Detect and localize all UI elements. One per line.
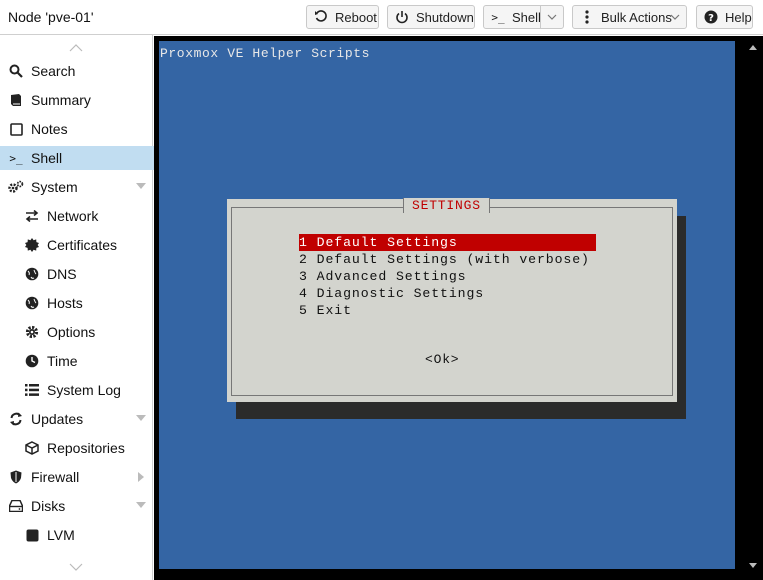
scroll-up-icon[interactable] [69,44,83,52]
scroll-down-icon[interactable] [69,563,83,571]
shell-label: Shell [512,9,541,25]
power-icon [394,9,410,25]
globe-icon [24,266,40,282]
chevron-down-icon [547,14,557,20]
sidebar-item-system[interactable]: System [0,175,160,199]
caret-right-icon[interactable] [138,472,144,482]
package-icon [24,440,40,456]
certificate-icon [24,237,40,253]
refresh-icon [8,411,24,427]
bulk-actions-label: Bulk Actions [601,9,672,25]
sidebar-item-label: Disks [31,498,66,514]
chevron-down-icon [670,14,680,20]
sidebar-item-label: Network [47,208,99,224]
shutdown-button[interactable]: Shutdown [387,5,475,29]
sidebar-item-label: Summary [31,92,91,108]
menu-item-diagnostic-settings[interactable]: 4 Diagnostic Settings [299,285,596,302]
hdd-icon [8,498,24,514]
square-icon [24,527,40,543]
node-toolbar: Node 'pve-01' Reboot Shutdown >_ Shell B… [0,0,763,35]
menu-item-exit[interactable]: 5 Exit [299,302,596,319]
sidebar-item-label: Updates [31,411,84,427]
sidebar-item-system-log[interactable]: System Log [0,378,176,402]
help-button[interactable]: ? Help [696,5,753,29]
clock-icon [24,353,40,369]
node-nav-sidebar: Search Summary Notes >_ Shell System Net… [0,35,160,580]
shield-icon [8,469,24,485]
list-icon [24,382,40,398]
sidebar-item-time[interactable]: Time [0,349,176,373]
terminal-icon: >_ [491,10,505,24]
sidebar-item-label: Search [31,63,76,79]
shell-button[interactable]: >_ Shell [483,5,564,29]
menu-item-default-settings[interactable]: 1 Default Settings [299,234,596,251]
sidebar-item-label: Time [47,353,78,369]
settings-dialog: SETTINGS 1 Default Settings 2 Default Se… [227,198,677,402]
sidebar-item-label: System Log [47,382,121,398]
shell-menu-toggle[interactable] [540,6,563,28]
sidebar-item-notes[interactable]: Notes [0,117,160,141]
sidebar-item-certificates[interactable]: Certificates [0,233,176,257]
sidebar-item-label: Shell [31,150,63,166]
search-icon [8,63,24,79]
terminal-panel[interactable]: Proxmox VE Helper Scripts SETTINGS 1 Def… [154,36,763,580]
caret-down-icon[interactable] [136,415,146,421]
sidebar-item-label: Notes [31,121,68,137]
sidebar-item-label: LVM [47,527,75,543]
gears-icon [8,179,24,195]
sidebar-item-search[interactable]: Search [0,59,160,83]
sidebar-item-label: Hosts [47,295,83,311]
sidebar-item-label: Options [47,324,96,340]
exchange-icon [24,208,40,224]
page-title: Node 'pve-01' [8,9,94,25]
terminal-title: Proxmox VE Helper Scripts [160,46,371,61]
bulk-actions-button[interactable]: Bulk Actions [572,5,687,29]
terminal-icon: >_ [9,151,23,165]
sidebar-item-firewall[interactable]: Firewall [0,465,160,489]
reboot-label: Reboot [335,9,377,25]
sidebar-item-label: Repositories [47,440,125,456]
sidebar-item-label: System [31,179,78,195]
ellipsis-vertical-icon [579,9,595,25]
sidebar-item-network[interactable]: Network [0,204,176,228]
sidebar-item-summary[interactable]: Summary [0,88,160,112]
sidebar-item-options[interactable]: Options [0,320,176,344]
book-icon [8,92,24,108]
menu-item-advanced-settings[interactable]: 3 Advanced Settings [299,268,596,285]
sidebar-item-hosts[interactable]: Hosts [0,291,176,315]
bulk-actions-menu-toggle[interactable] [664,6,686,28]
reboot-button[interactable]: Reboot [306,5,379,29]
help-icon: ? [703,9,719,25]
sidebar-item-label: DNS [47,266,77,282]
caret-down-icon[interactable] [136,183,146,189]
dialog-title: SETTINGS [403,198,490,213]
sidebar-item-dns[interactable]: DNS [0,262,176,286]
gear-icon [24,324,40,340]
terminal-scrollbar[interactable] [747,42,759,572]
sidebar-item-updates[interactable]: Updates [0,407,160,431]
settings-menu: 1 Default Settings 2 Default Settings (w… [299,234,596,319]
sidebar-item-repositories[interactable]: Repositories [0,436,176,460]
help-label: Help [725,9,752,25]
note-icon [8,121,24,137]
terminal-screen[interactable]: Proxmox VE Helper Scripts SETTINGS 1 Def… [159,41,735,569]
svg-text:?: ? [708,13,714,24]
globe-icon [24,295,40,311]
sidebar-item-disks[interactable]: Disks [0,494,160,518]
caret-down-icon[interactable] [136,502,146,508]
sidebar-item-lvm[interactable]: LVM [0,523,176,547]
shutdown-label: Shutdown [416,9,474,25]
sidebar-item-shell[interactable]: >_ Shell [0,146,160,170]
sidebar-item-label: Firewall [31,469,80,485]
sidebar-item-label: Certificates [47,237,118,253]
undo-icon [313,9,329,25]
menu-item-default-settings-verbose[interactable]: 2 Default Settings (with verbose) [299,251,596,268]
ok-button[interactable]: <Ok> [425,352,459,367]
